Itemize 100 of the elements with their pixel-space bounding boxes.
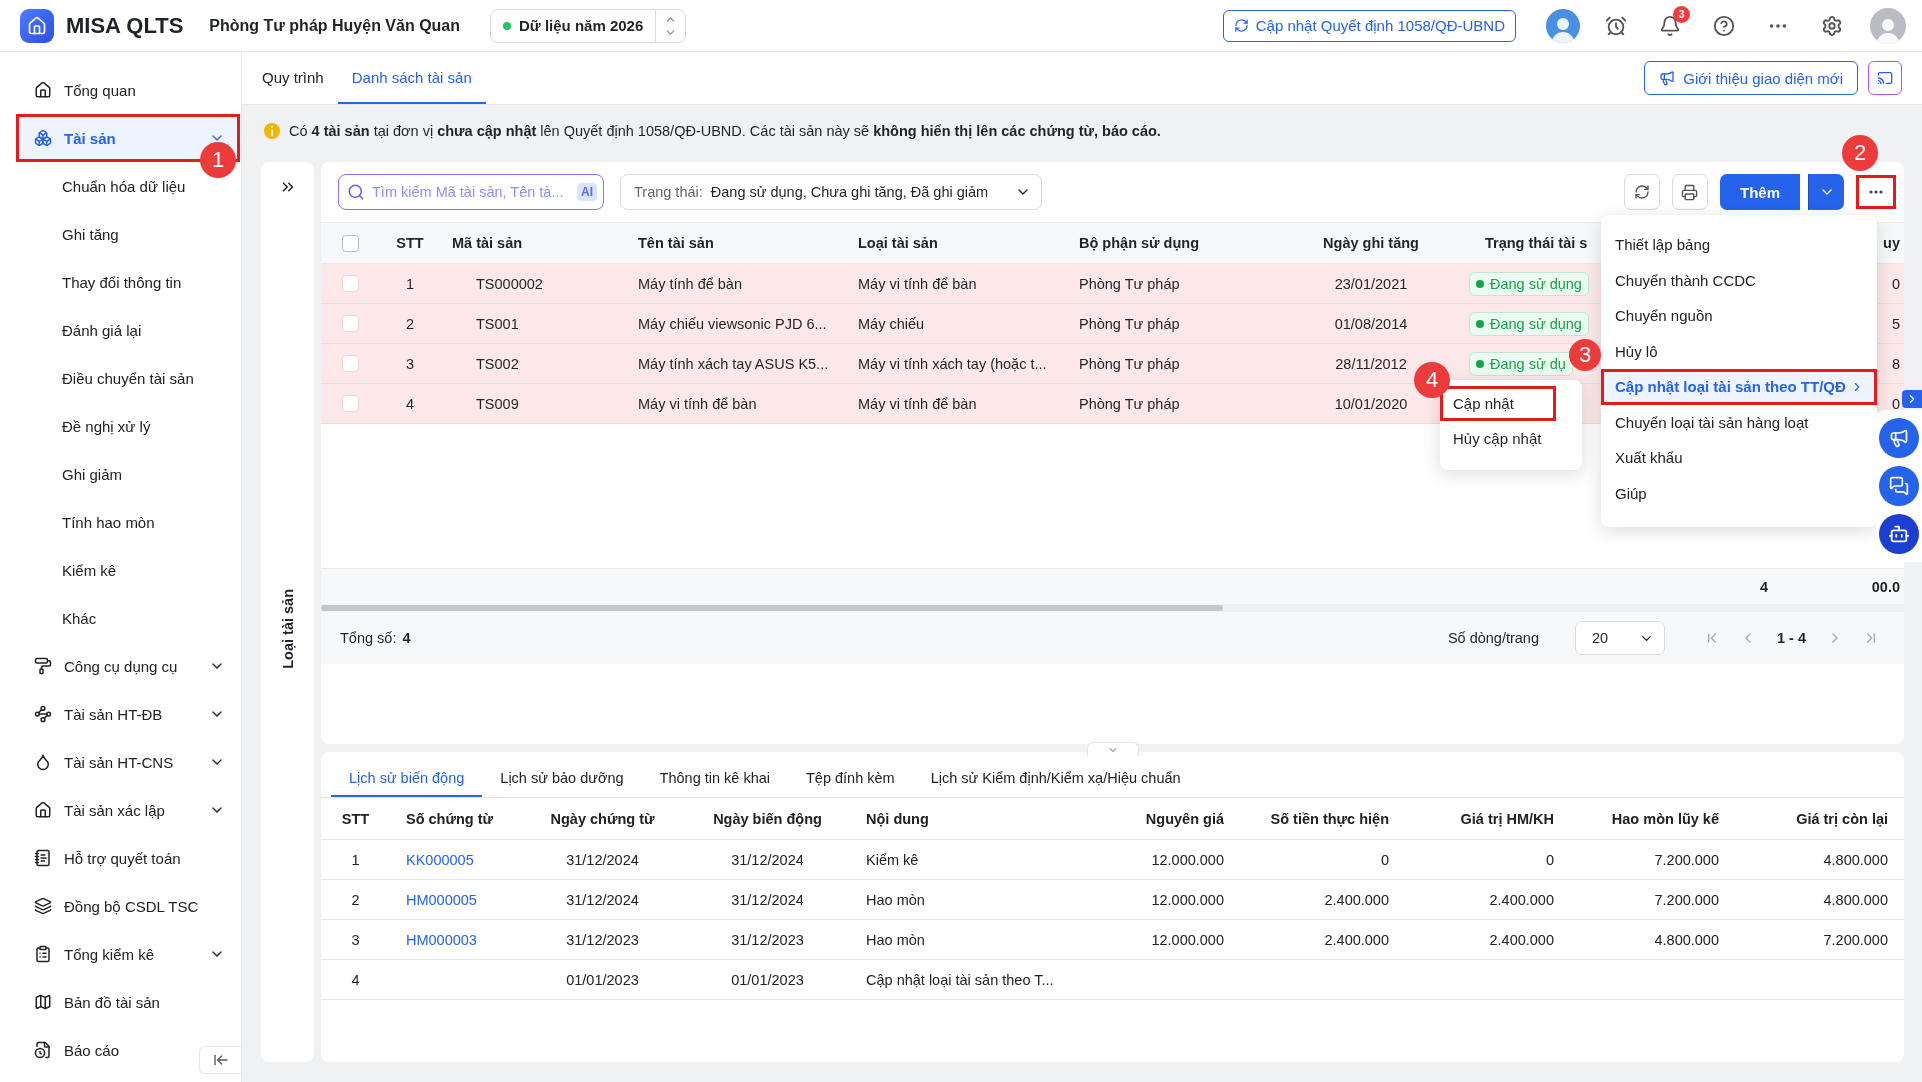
bell-icon[interactable]	[1659, 14, 1681, 37]
sidebar-subitem[interactable]: Khác	[0, 594, 241, 642]
row-checkbox[interactable]	[342, 275, 359, 292]
sidebar-subitem[interactable]: Đánh giá lại	[0, 306, 241, 354]
megaphone-icon	[1889, 428, 1909, 448]
column-header: Ngày chứng từ	[550, 810, 655, 827]
sidebar-item[interactable]: Tổng quan	[16, 66, 240, 114]
table-cell: 1	[351, 851, 360, 868]
menu-item[interactable]: Xuất khẩu	[1601, 440, 1877, 476]
sidebar-item[interactable]: Tài sản HT-CNS	[16, 738, 240, 786]
row-checkbox[interactable]	[342, 355, 359, 372]
info-icon	[264, 123, 280, 139]
menu-item[interactable]: Hủy cập nhật	[1440, 421, 1582, 456]
menu-item[interactable]: Giúp	[1601, 475, 1877, 511]
sidebar-item[interactable]: Báo cáo	[16, 1026, 192, 1074]
table-cell: 12.000.000	[1151, 851, 1224, 868]
page-size-select[interactable]: 20	[1575, 621, 1665, 655]
cast-button[interactable]	[1868, 61, 1902, 95]
row-checkbox[interactable]	[342, 395, 359, 412]
table-cell: Máy vi tính để bàn	[638, 395, 757, 412]
sidebar-item[interactable]: Bản đồ tài sản	[16, 978, 240, 1026]
add-button[interactable]: Thêm	[1720, 174, 1800, 210]
menu-item[interactable]: Cập nhật loại tài sản theo TT/QĐ	[1601, 369, 1877, 405]
column-header: Giá trị HM/KH	[1460, 810, 1554, 827]
tab[interactable]: Danh sách tài sản	[337, 52, 486, 104]
table-cell: TS001	[476, 315, 519, 332]
column-header: STT	[396, 235, 424, 251]
search-field[interactable]: Tìm kiếm Mã tài sản, Tên tà...	[370, 183, 572, 201]
table-cell: Phòng Tư pháp	[1079, 395, 1180, 412]
tab[interactable]: Lịch sử Kiểm định/Kiểm xạ/Hiệu chuẩn	[912, 761, 1199, 797]
notice-text: Có 4 tài sản tại đơn vị chưa cập nhật lên Quyết định 1058/QĐ-UBND. Các tài sản này sẽ không hiển thị lên các chứng từ, báo cáo.	[289, 123, 1161, 139]
sidebar-subitem[interactable]: Điều chuyển tài sản	[0, 354, 241, 402]
expand-tab-button[interactable]	[1902, 390, 1922, 408]
collapse-sidebar-button[interactable]	[199, 1046, 241, 1074]
table-cell: Phòng Tư pháp	[1079, 355, 1180, 372]
horizontal-scrollbar[interactable]	[321, 605, 1223, 611]
sidebar-item[interactable]: Tổng kiểm kê	[16, 930, 240, 978]
chat-button[interactable]	[1879, 466, 1919, 506]
collapse-handle[interactable]	[1086, 742, 1139, 756]
more-icon	[1869, 190, 1883, 194]
settings-icon[interactable]	[1821, 14, 1843, 37]
collapse-icon	[212, 1052, 229, 1068]
more-button[interactable]	[1856, 175, 1896, 209]
sidebar-subitem[interactable]: Đề nghị xử lý	[0, 402, 241, 450]
menu-item[interactable]: Chuyển loại tài sản hàng loạt	[1601, 404, 1877, 440]
column-header: uy	[1883, 235, 1900, 251]
droplet-icon	[34, 753, 52, 771]
status-filter[interactable]: Trạng thái: Đang sử dụng, Chưa ghi tăng, Đã ghi giảm	[620, 174, 1042, 210]
sidebar-item[interactable]: Tài sản xác lập	[16, 786, 240, 834]
help-icon[interactable]	[1713, 14, 1735, 37]
bot-button[interactable]	[1879, 514, 1919, 554]
tab[interactable]: Lịch sử biến động	[331, 761, 483, 797]
document-link[interactable]: HM000005	[406, 891, 477, 908]
menu-item[interactable]: Thiết lập bảng	[1601, 227, 1877, 263]
tab[interactable]: Lịch sử bảo dưỡng	[482, 761, 642, 797]
intro-button[interactable]: Giới thiệu giao diện mới	[1644, 61, 1858, 95]
table-cell: Máy vi tính để bàn	[858, 275, 977, 292]
document-link[interactable]: HM000003	[406, 931, 477, 948]
menu-item[interactable]: Chuyển nguồn	[1601, 298, 1877, 334]
column-header: Hao mòn lũy kế	[1611, 810, 1719, 827]
table-cell: 31/12/2023	[566, 931, 639, 948]
map-icon	[34, 993, 52, 1011]
table-cell: 0	[1380, 851, 1389, 868]
alarm-clock-icon[interactable]	[1605, 14, 1627, 37]
megaphone-button[interactable]	[1879, 418, 1919, 458]
sidebar-subitem[interactable]: Tính hao mòn	[0, 498, 241, 546]
menu-item[interactable]: Cập nhật	[1440, 386, 1556, 421]
sidebar-item[interactable]: Đồng bộ CSDL TSC	[16, 882, 240, 930]
update-decision-button[interactable]: Cập nhật Quyết định 1058/QĐ-UBND	[1222, 9, 1516, 42]
print-button[interactable]	[1672, 174, 1708, 210]
sidebar-subitem[interactable]: Kiểm kê	[0, 546, 241, 594]
tab[interactable]: Tệp đính kèm	[788, 761, 913, 797]
table-cell: 3	[351, 931, 360, 948]
table-cell: Phòng Tư pháp	[1079, 275, 1180, 292]
refresh-button[interactable]	[1624, 174, 1660, 210]
sidebar-item[interactable]: Tài sản HT-ĐB	[16, 690, 240, 738]
table-cell: 31/12/2024	[566, 851, 639, 868]
menu-item[interactable]: Chuyển thành CCDC	[1601, 262, 1877, 298]
tab[interactable]: Thông tin kê khai	[641, 761, 788, 797]
table-cell: 2.400.000	[1324, 931, 1389, 948]
page-range: 1 - 4	[1777, 630, 1806, 646]
total-count: 4	[402, 630, 411, 646]
sidebar-item[interactable]: Hỗ trợ quyết toán	[16, 834, 240, 882]
document-link[interactable]: KK000005	[406, 851, 474, 868]
table-cell: Máy chiếu	[858, 315, 925, 332]
add-dropdown-button[interactable]	[1808, 174, 1844, 210]
row-checkbox[interactable]	[342, 315, 359, 332]
status-tag: Đang sử dụng	[1469, 311, 1589, 336]
menu-item[interactable]: Hủy lô	[1601, 333, 1877, 369]
sidebar-subitem[interactable]: Ghi tăng	[0, 210, 241, 258]
sidebar-subitem[interactable]: Ghi giảm	[0, 450, 241, 498]
select-all-checkbox[interactable]	[342, 234, 359, 252]
tab[interactable]: Quy trình	[248, 52, 338, 104]
sidebar-item[interactable]: Công cụ dụng cụ	[16, 642, 240, 690]
cast-icon	[1877, 70, 1893, 86]
sidebar-subitem[interactable]: Thay đổi thông tin	[0, 258, 241, 306]
layers-icon	[34, 897, 52, 915]
step-badge: 2	[1842, 135, 1878, 171]
megaphone-icon	[1659, 70, 1676, 86]
status-tag: Đang sử dụng	[1469, 271, 1589, 296]
